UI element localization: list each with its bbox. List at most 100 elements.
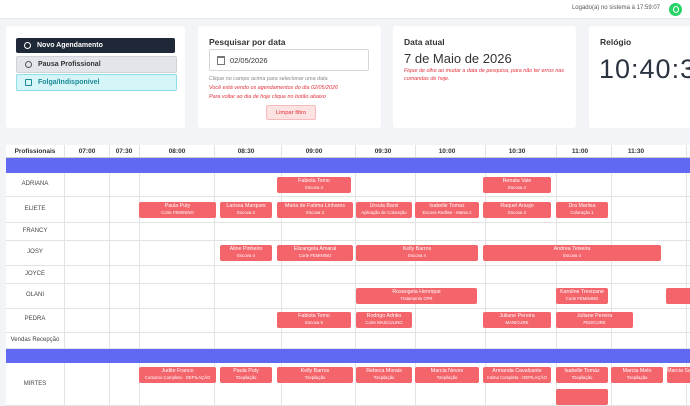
appointment-service: Escova 3 (508, 210, 526, 215)
appointment-client: Andrea Teixeira (553, 246, 591, 252)
pause-icon (25, 61, 32, 68)
day-off-button[interactable]: Folga/Indisponível (16, 74, 177, 91)
appointment-service: Escova 3 (306, 210, 324, 215)
appointment-block[interactable]: Rebeca Morais *Depilação (356, 367, 412, 383)
new-appointment-button[interactable]: Novo Agendamento (16, 38, 175, 53)
professional-name: MIRTES (23, 380, 47, 387)
appointment-block[interactable]: Aline Pinheiro Escova 4 (220, 245, 272, 261)
professional-name: Vendas Recepção (10, 336, 60, 343)
clock-card: Relógio 10:40:34 (589, 26, 690, 128)
current-date-title: Data atual (404, 37, 445, 47)
calendar-icon (217, 55, 225, 65)
appointment-client: Fabiola Tomo (298, 178, 330, 184)
appointment-client: Judite Franco (161, 368, 194, 374)
time-slot-label: 08:00 (168, 148, 186, 155)
time-slot-label: 07:30 (115, 148, 133, 155)
appointment-client: Juliane Pereira (576, 313, 613, 319)
appointment-block[interactable]: Marcia Melo *Depilação (611, 367, 663, 383)
appointment-service: *Depilação (373, 375, 395, 380)
section-divider (6, 348, 690, 363)
appointment-service: Tratamento CPR (400, 296, 433, 301)
appointment-block[interactable]: Judite Franco Contorno Completo - DEPILAÇ… (139, 367, 216, 383)
current-date-value: 7 de Maio de 2026 (404, 51, 512, 66)
appointment-block[interactable]: Isabelle Tomaz Escova Redline - Mania 2 (415, 202, 479, 218)
appointment-client: Ursula Barsi (369, 203, 399, 209)
appointment-block[interactable]: Fabiola Tomo Escova 4 (277, 177, 351, 193)
time-slot-label: 07:00 (78, 148, 96, 155)
clear-filter-button[interactable]: Limpar filtro (266, 105, 316, 120)
appointment-block[interactable]: Juliane Pereira PEDICURE (556, 312, 633, 328)
appointment-service: Coloração 1 (570, 210, 594, 215)
appointment-block[interactable]: Larissa Marques Escova 3 (220, 202, 272, 218)
appointment-client: Paula Puty (233, 368, 259, 374)
appointment-service: Escova 4 (563, 253, 581, 258)
professional-name: FRANCY (22, 227, 48, 234)
appointment-block[interactable]: Renata Vale Escova 4 (483, 177, 551, 193)
appointment-service: Contorno Completo - DEPILAÇÃO (144, 375, 211, 380)
appointment-block[interactable]: Ursula Barsi Aplicação de Coloração (356, 202, 412, 218)
time-slot-label: 10:00 (438, 148, 456, 155)
appointment-service: Corte MASCULINO (365, 320, 403, 325)
professional-row: JOYCE (6, 266, 690, 284)
appointment-client: Paula Puty (164, 203, 191, 209)
appointment-block[interactable]: Armanda Cavalcante Intima Completa - DEPI… (483, 367, 551, 383)
appointment-block[interactable]: Kelly Barros Escova 4 (356, 245, 478, 261)
appointment-block[interactable] (666, 288, 690, 304)
appointment-block[interactable]: Isabelle Tomáz *Depilação (556, 367, 608, 383)
viewing-date-notice: Você está vendo os agendamentos do dia 0… (209, 85, 338, 91)
appointment-block[interactable]: Marcia Neves *Depilação (415, 367, 479, 383)
day-off-label: Folga/Indisponível (38, 79, 100, 86)
appointment-block[interactable]: Andrea Teixeira Escova 4 (483, 245, 661, 261)
appointment-service: Escova 4 (408, 253, 426, 258)
professionals-header: Profissionais (14, 148, 56, 155)
appointment-service: Escova Redline - Mania 2 (422, 210, 472, 215)
clock-value: 10:40:34 (599, 54, 690, 84)
appointment-block[interactable]: Fabiola Tomo Escova 5 (277, 312, 351, 328)
appointment-service: Escova 4 (305, 185, 323, 190)
date-input-value: 02/05/2026 (230, 55, 268, 65)
appointment-block[interactable]: Paula Puty Corte FEMININO (139, 202, 216, 218)
appointment-client: Kelly Barros (300, 368, 330, 374)
appointment-block[interactable]: Raquel Araujo Escova 3 (483, 202, 551, 218)
current-date-hint: Fique de olho ao mudar a data de pesquis… (404, 68, 565, 82)
search-hint: Clique no campo acima para selecionar um… (209, 76, 328, 82)
time-slot-label: 08:30 (237, 148, 255, 155)
time-slot-label: 09:30 (374, 148, 392, 155)
appointment-client: Marcia Neves (430, 368, 464, 374)
new-appointment-label: Novo Agendamento (37, 42, 103, 49)
appointment-block[interactable]: Juliane Pereira MANICURE (483, 312, 551, 328)
appointment-client: Maria de Fatima Linhares (284, 203, 346, 209)
appointment-service: Aplicação de Coloração (361, 210, 407, 215)
appointment-block[interactable]: Marcia Sabino (667, 367, 690, 383)
appointment-service: *Depilação (626, 375, 648, 380)
appointment-service: *Depilação (304, 375, 326, 380)
appointment-client: Rodrigo Adnko (366, 313, 402, 319)
appointment-block[interactable]: Maria de Fatima Linhares Escova 3 (277, 202, 353, 218)
appointment-client: Raquel Araujo (500, 203, 534, 209)
appointment-block[interactable]: Paula Puty *Depilação (220, 367, 272, 383)
login-status: Logado(a) no sistema à 17:59:07 (571, 5, 660, 11)
appointment-block[interactable]: Kelly Barros *Depilação (277, 367, 353, 383)
appointment-block[interactable]: Rodrigo Adnko Corte MASCULINO (356, 312, 412, 328)
appointment-client: Kelly Barros (402, 246, 432, 252)
appointment-block[interactable] (556, 389, 608, 405)
professional-name: OLANI (25, 292, 44, 298)
appointment-service: Corte FEMININO (565, 296, 599, 301)
professional-name: ADRIANA (21, 181, 49, 187)
appointment-block[interactable]: Rosangela Henrique Tratamento CPR (356, 288, 477, 304)
time-slot-label: 10:30 (508, 148, 526, 155)
whatsapp-icon[interactable] (669, 3, 682, 16)
professional-name: JOSY (27, 249, 43, 255)
pause-label: Pausa Profissional (38, 61, 101, 68)
appointment-client: Isabelle Tomaz (429, 203, 465, 209)
appointment-block[interactable]: Karoline Trevizane Corte FEMININO (556, 288, 608, 304)
pause-button[interactable]: Pausa Profissional (16, 56, 177, 73)
appointment-block[interactable]: Dra Marlisa Coloração 1 (556, 202, 608, 218)
appointment-service: Escova 3 (237, 210, 255, 215)
appointment-service: *Depilação (235, 375, 257, 380)
appointment-client: Armanda Cavalcante (492, 368, 542, 374)
appointment-client: Dra Marlisa (568, 203, 596, 209)
date-input[interactable]: 02/05/2026 (209, 49, 369, 71)
appointment-service: Escova 4 (237, 253, 255, 258)
appointment-block[interactable]: Elizangela Amaral Corte FEMININO (277, 245, 353, 261)
